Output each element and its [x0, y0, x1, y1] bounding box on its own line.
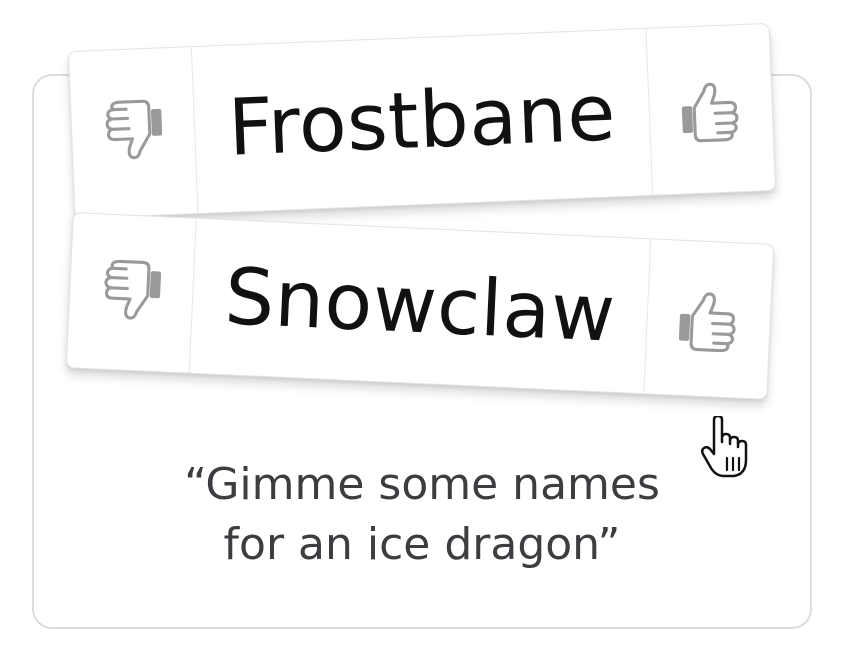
stage: Frostbane Snowclaw “Gimme some names for…	[0, 0, 844, 672]
thumbs-up-icon	[678, 292, 736, 353]
thumbs-down-button[interactable]	[66, 213, 197, 373]
thumbs-down-icon	[105, 99, 163, 160]
thumbs-down-button[interactable]	[68, 47, 199, 218]
thumbs-up-icon	[681, 82, 739, 143]
dragon-name: Snowclaw	[222, 252, 618, 360]
name-card-frostbane: Frostbane	[67, 22, 777, 220]
prompt-line-2: for an ice dragon”	[223, 519, 621, 570]
name-card-snowclaw: Snowclaw	[65, 212, 775, 400]
thumbs-up-button[interactable]	[645, 24, 776, 195]
dragon-name: Frostbane	[226, 68, 618, 174]
thumbs-down-icon	[104, 259, 162, 320]
prompt-text: “Gimme some names for an ice dragon”	[32, 455, 812, 575]
thumbs-up-button[interactable]	[643, 239, 774, 399]
prompt-line-1: “Gimme some names	[184, 459, 660, 510]
